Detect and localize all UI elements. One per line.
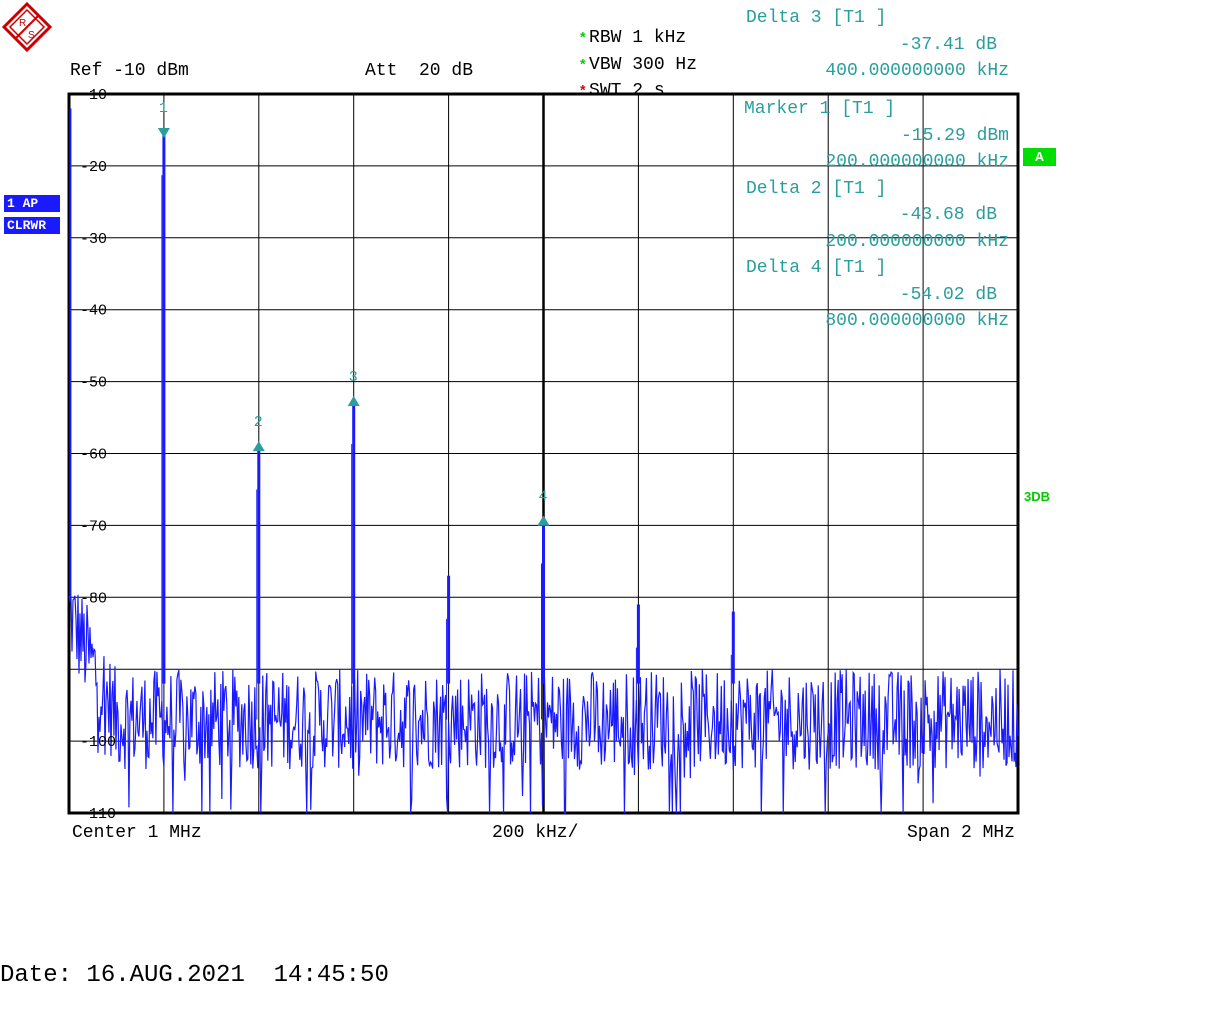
marker-label: 2	[254, 414, 263, 431]
y-tick-label: -60	[80, 447, 107, 464]
marker-info-marker1-title: Marker 1 [T1 ]	[744, 99, 896, 119]
division-label: 200 kHz/	[492, 823, 579, 843]
center-frequency: Center 1 MHz	[72, 823, 202, 843]
y-tick-label: -20	[80, 159, 107, 176]
y-tick-label: -30	[80, 231, 107, 248]
channel-a-badge[interactable]: A	[1023, 148, 1056, 166]
marker-label: 3	[349, 369, 358, 386]
span-label: Span 2 MHz	[906, 823, 1015, 843]
y-tick-label: -50	[80, 375, 107, 392]
date-stamp: Date: 16.AUG.2021 14:45:50	[0, 962, 389, 989]
marker-triangle-up	[537, 515, 550, 526]
bw-3db-flag: 3DB	[1024, 489, 1051, 504]
marker-info-delta4-title: Delta 4 [T1 ]	[746, 258, 887, 278]
marker-info-delta2-level: -43.68 dB	[899, 205, 997, 225]
marker-triangle-down	[157, 128, 170, 139]
marker-info-delta2-title: Delta 2 [T1 ]	[746, 179, 887, 199]
clear-write-badge[interactable]: CLRWR	[4, 217, 60, 234]
trace-mode-badge[interactable]: 1 AP	[4, 195, 60, 212]
y-tick-label: -100	[80, 734, 116, 751]
y-tick-label: -40	[80, 303, 107, 320]
marker-label: 1	[159, 100, 168, 117]
y-tick-label: -110	[80, 806, 116, 823]
marker-triangle-up	[252, 441, 265, 452]
y-tick-label: -10	[80, 87, 107, 104]
marker-label: 4	[539, 488, 548, 505]
marker-info-delta2-freq: 200.000000000 kHz	[825, 232, 1009, 252]
y-tick-label: -70	[80, 518, 107, 535]
marker-triangle-up	[347, 396, 360, 407]
marker-info-marker1-freq: 200.000000000 kHz	[825, 152, 1009, 172]
marker-info-delta4-level: -54.02 dB	[899, 285, 997, 305]
y-tick-label: -80	[80, 590, 107, 607]
marker-info-delta4-freq: 800.000000000 kHz	[825, 311, 1009, 331]
marker-info-marker1-level: -15.29 dBm	[900, 126, 1009, 146]
